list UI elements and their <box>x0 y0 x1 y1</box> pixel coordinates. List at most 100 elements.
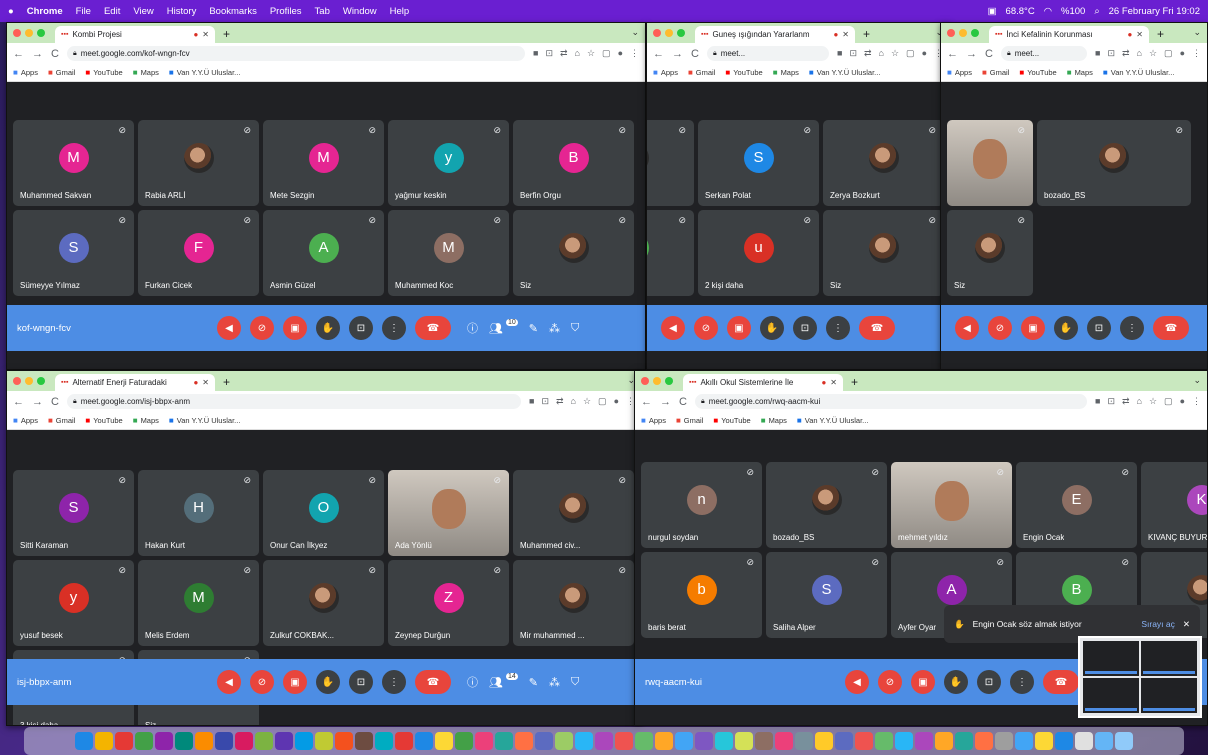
bookmark-0[interactable]: ■ Apps <box>641 416 666 425</box>
chat-icon[interactable]: ✎ <box>529 322 538 335</box>
mic-off-button[interactable]: ⊘ <box>250 316 274 340</box>
info-icon[interactable]: ⓘ <box>467 320 478 336</box>
extension-icon[interactable]: ⌂ <box>1137 396 1142 407</box>
mic-off-button[interactable]: ⊘ <box>988 316 1012 340</box>
participant-tile[interactable]: A ⊘ Asmin Güzel <box>263 210 384 296</box>
close-tab-icon[interactable]: ✕ <box>202 378 209 387</box>
profile-icon[interactable]: ● <box>618 48 623 59</box>
mic-off-button[interactable]: ⊘ <box>878 670 902 694</box>
back-button[interactable]: ← <box>641 396 652 408</box>
participant-tile[interactable]: E ⊘ Engin Ocak <box>1016 462 1137 548</box>
dock-app-icon[interactable] <box>315 732 333 750</box>
participant-tile[interactable]: M⊘şerref Demir <box>647 210 694 296</box>
close-notification-button[interactable]: ✕ <box>1183 619 1190 630</box>
bookmark-4[interactable]: ■ Van Y.Y.Ü Uluslar... <box>1103 68 1175 77</box>
participant-tile[interactable]: ⊘ Mir muhammed ... <box>513 560 634 646</box>
close-tab-icon[interactable]: ✕ <box>202 30 209 39</box>
back-button[interactable]: ← <box>13 396 24 408</box>
sidebar-icon[interactable]: ▢ <box>1164 396 1173 407</box>
dock-app-icon[interactable] <box>615 732 633 750</box>
camera-off-button[interactable]: ▣ <box>1021 316 1045 340</box>
address-bar[interactable]: 🔒︎ meet... <box>706 46 829 61</box>
star-icon[interactable]: ☆ <box>587 48 595 59</box>
leave-call-button[interactable]: ☎ <box>1043 670 1079 694</box>
close-window-button[interactable] <box>947 29 955 37</box>
dock-app-icon[interactable] <box>855 732 873 750</box>
menu-window[interactable]: Window <box>343 6 377 17</box>
dock-app-icon[interactable] <box>475 732 493 750</box>
back-button[interactable]: ← <box>653 48 664 60</box>
camera-icon[interactable]: ■ <box>837 48 842 59</box>
participant-tile[interactable]: M ⊘ Muhammed Koc <box>388 210 509 296</box>
raise-hand-button[interactable]: ✋ <box>760 316 784 340</box>
camera-off-button[interactable]: ▣ <box>727 316 751 340</box>
speaker-off-icon[interactable]: ◀ <box>217 670 241 694</box>
participant-tile[interactable]: n ⊘ nurgul soydan <box>641 462 762 548</box>
participant-tile[interactable]: ⊘ Ada Yönlü <box>388 470 509 556</box>
more-options-button[interactable]: ⋮ <box>1120 316 1144 340</box>
bookmark-1[interactable]: ■ Gmail <box>982 68 1009 77</box>
sidebar-icon[interactable]: ▢ <box>906 48 915 59</box>
dock-app-icon[interactable] <box>595 732 613 750</box>
zoom-window-button[interactable] <box>37 377 45 385</box>
dock-app-icon[interactable] <box>295 732 313 750</box>
participant-tile[interactable]: ⊘ Zulkuf COKBAK... <box>263 560 384 646</box>
participant-tile[interactable]: ⊘ Siz <box>823 210 944 296</box>
close-window-button[interactable] <box>13 377 21 385</box>
dock-app-icon[interactable] <box>575 732 593 750</box>
back-button[interactable]: ← <box>13 48 24 60</box>
screen-thumbnail[interactable] <box>1078 636 1202 718</box>
dock-app-icon[interactable] <box>415 732 433 750</box>
bookmark-0[interactable]: ■ Apps <box>13 416 38 425</box>
browser-tab[interactable]: ▪▪▪ Guneş ışığından Yararlanm ● ✕ <box>695 26 855 43</box>
translate-icon[interactable]: ⇄ <box>864 48 872 59</box>
dock-app-icon[interactable] <box>1055 732 1073 750</box>
dock-app-icon[interactable] <box>555 732 573 750</box>
star-icon[interactable]: ☆ <box>583 396 591 407</box>
participant-tile[interactable]: ⊘ <box>947 120 1033 206</box>
minimize-window-button[interactable] <box>25 29 33 37</box>
dock-app-icon[interactable] <box>435 732 453 750</box>
dock-app-icon[interactable] <box>755 732 773 750</box>
address-bar[interactable]: 🔒︎ meet.google.com/kof-wngn-fcv <box>66 46 525 61</box>
close-tab-icon[interactable]: ✕ <box>830 378 837 387</box>
new-tab-button[interactable]: + <box>863 26 870 43</box>
sidebar-icon[interactable]: ▢ <box>1164 48 1173 59</box>
menu-icon[interactable]: ⋮ <box>1192 396 1201 407</box>
address-bar[interactable]: 🔒︎ meet... <box>1000 46 1087 61</box>
dock-app-icon[interactable] <box>975 732 993 750</box>
speaker-off-icon[interactable]: ◀ <box>217 316 241 340</box>
minimize-window-button[interactable] <box>959 29 967 37</box>
participant-tile[interactable]: S ⊘ Saliha Alper <box>766 552 887 638</box>
profile-icon[interactable]: ● <box>922 48 927 59</box>
speaker-off-icon[interactable]: ◀ <box>661 316 685 340</box>
zoom-window-button[interactable] <box>677 29 685 37</box>
dock-app-icon[interactable] <box>115 732 133 750</box>
participant-tile[interactable]: b ⊘ baris berat <box>641 552 762 638</box>
star-icon[interactable]: ☆ <box>1149 396 1157 407</box>
reload-button[interactable]: C <box>679 396 687 408</box>
dock-app-icon[interactable] <box>1095 732 1113 750</box>
participant-tile[interactable]: ⊘ Siz <box>513 210 634 296</box>
bookmark-2[interactable]: ■ YouTube <box>85 416 122 425</box>
dock-app-icon[interactable] <box>715 732 733 750</box>
raise-hand-button[interactable]: ✋ <box>944 670 968 694</box>
mic-off-button[interactable]: ⊘ <box>694 316 718 340</box>
bookmark-1[interactable]: ■ Gmail <box>48 416 75 425</box>
translate-icon[interactable]: ⇄ <box>1122 48 1130 59</box>
participant-tile[interactable]: ⊘ bozado_BS <box>1037 120 1191 206</box>
speaker-off-icon[interactable]: ◀ <box>845 670 869 694</box>
leave-call-button[interactable]: ☎ <box>1153 316 1189 340</box>
present-screen-button[interactable]: ⊡ <box>349 670 373 694</box>
bookmark-3[interactable]: ■ Maps <box>761 416 787 425</box>
host-controls-icon[interactable]: ⛉ <box>571 676 579 689</box>
dock-app-icon[interactable] <box>695 732 713 750</box>
screen-icon[interactable]: ▣ <box>988 6 997 17</box>
chat-icon[interactable]: ✎ <box>529 676 538 689</box>
dock-app-icon[interactable] <box>875 732 893 750</box>
participant-tile[interactable]: S ⊘ Sümeyye Yılmaz <box>13 210 134 296</box>
camera-icon[interactable]: ■ <box>529 396 534 407</box>
zoom-window-button[interactable] <box>971 29 979 37</box>
camera-icon[interactable]: ■ <box>1095 396 1100 407</box>
browser-tab[interactable]: ▪▪▪ Alternatif Enerji Faturadaki ● ✕ <box>55 374 215 391</box>
